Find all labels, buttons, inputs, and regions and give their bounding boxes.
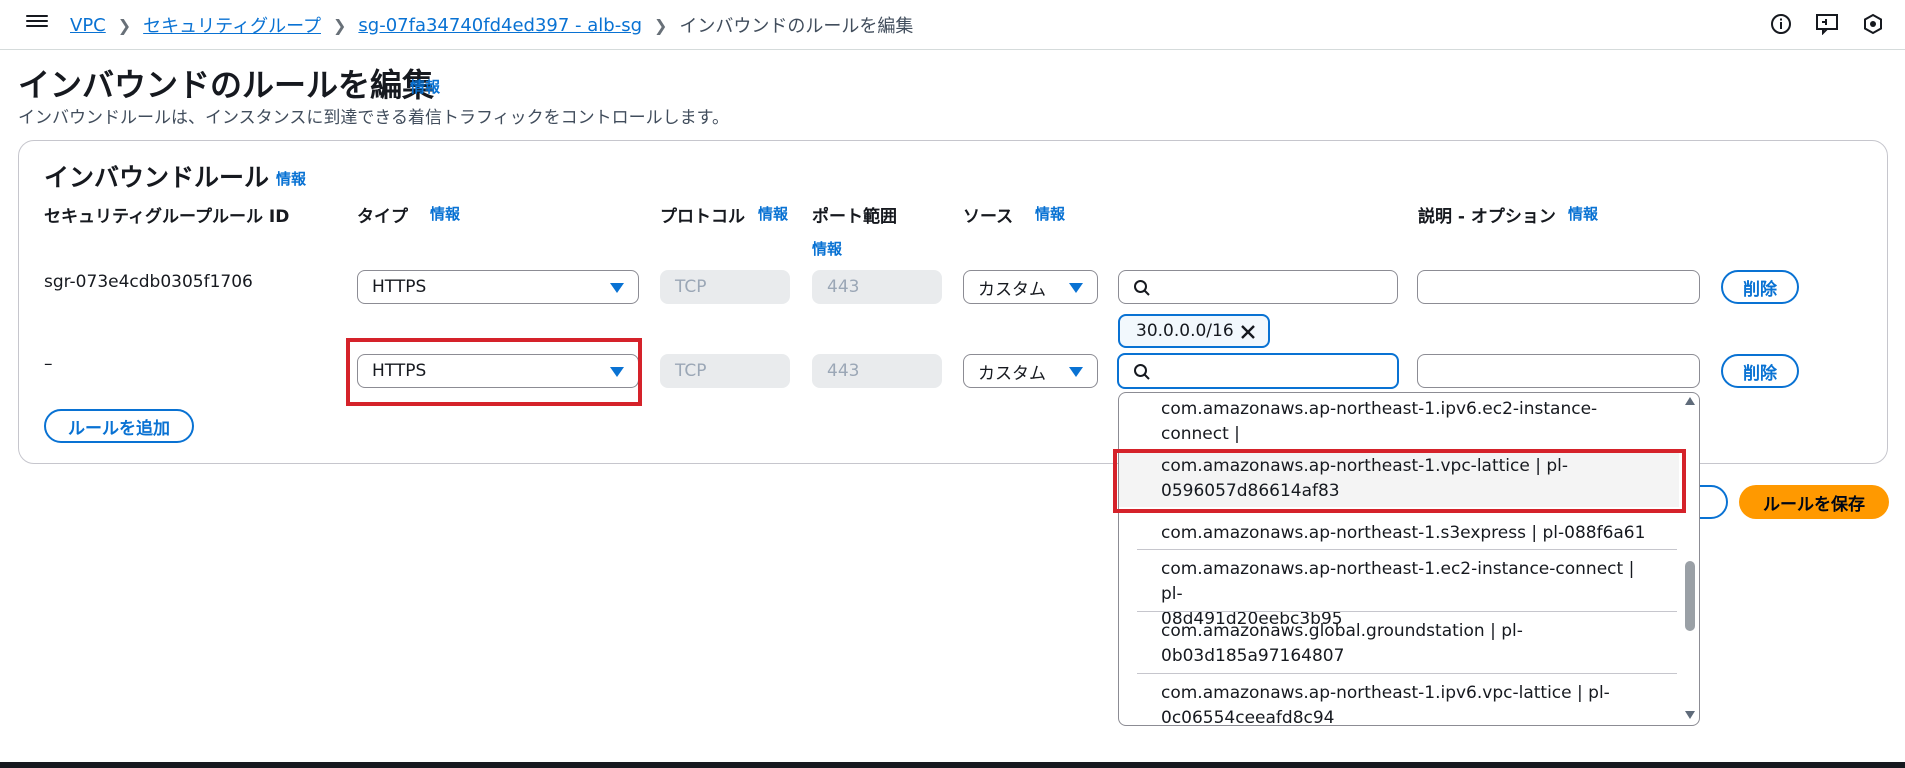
source-search-input[interactable] <box>1117 353 1399 389</box>
source-type-value: カスタム <box>978 279 1046 300</box>
dropdown-option[interactable]: com.amazonaws.ap-northeast-1.s3express |… <box>1119 521 1679 546</box>
description-input[interactable] <box>1417 354 1700 388</box>
column-header-description: 説明 - オプション <box>1418 207 1556 227</box>
page-title-info-link[interactable]: 情報 <box>410 76 440 97</box>
bottom-bar <box>0 762 1905 768</box>
description-input[interactable] <box>1417 270 1700 304</box>
save-rules-button[interactable]: ルールを保存 <box>1739 485 1889 519</box>
rule-id: – <box>44 354 53 374</box>
section-info-link[interactable]: 情報 <box>276 168 306 189</box>
protocol-field: TCP <box>660 270 790 304</box>
top-icons <box>1769 12 1885 36</box>
source-info-link[interactable]: 情報 <box>1035 203 1065 224</box>
rule-id: sgr-073e4cdb0305f1706 <box>44 272 253 292</box>
column-header-port-range: ポート範囲 <box>812 207 897 227</box>
menu-icon[interactable] <box>26 12 48 32</box>
chevron-right-icon: ❯ <box>333 15 347 35</box>
protocol-field: TCP <box>660 354 790 388</box>
search-icon <box>1134 280 1150 296</box>
protocol-info-link[interactable]: 情報 <box>758 203 788 224</box>
delete-rule-button[interactable]: 削除 <box>1721 354 1799 388</box>
source-search-input[interactable] <box>1118 270 1398 304</box>
column-header-type: タイプ <box>357 207 408 227</box>
dropdown-option[interactable]: com.amazonaws.global.groundstation | pl-… <box>1119 619 1679 669</box>
port-range-field: 443 <box>812 354 942 388</box>
column-header-source: ソース <box>963 207 1014 227</box>
breadcrumb: VPC ❯ セキュリティグループ ❯ sg-07fa34740fd4ed397 … <box>70 12 913 38</box>
caret-down-icon <box>610 283 624 293</box>
breadcrumb-current: インバウンドのルールを編集 <box>679 16 914 37</box>
dropdown-divider <box>1137 611 1677 612</box>
chevron-right-icon: ❯ <box>654 15 668 35</box>
top-navigation-bar: VPC ❯ セキュリティグループ ❯ sg-07fa34740fd4ed397 … <box>0 0 1905 50</box>
column-header-protocol: プロトコル <box>660 207 745 227</box>
type-info-link[interactable]: 情報 <box>430 203 460 224</box>
info-circle-icon[interactable] <box>1769 12 1793 36</box>
feedback-icon[interactable] <box>1815 12 1839 36</box>
breadcrumb-security-groups[interactable]: セキュリティグループ <box>143 12 321 38</box>
close-icon[interactable] <box>1238 322 1258 342</box>
port-range-field: 443 <box>812 270 942 304</box>
dropdown-option[interactable]: com.amazonaws.ap-northeast-1.ipv6.vpc-la… <box>1119 681 1679 725</box>
source-token: 30.0.0.0/16 <box>1118 314 1270 348</box>
chevron-right-icon: ❯ <box>117 15 132 35</box>
caret-down-icon <box>1069 367 1083 377</box>
breadcrumb-security-group[interactable]: sg-07fa34740fd4ed397 - alb-sg <box>358 15 642 36</box>
column-header-rule-id: セキュリティグループルール ID <box>44 207 290 227</box>
scroll-down-icon[interactable] <box>1685 711 1695 719</box>
annotation-highlight-box <box>1113 449 1686 513</box>
section-title: インバウンドルール <box>44 163 270 192</box>
settings-hexagon-icon[interactable] <box>1861 12 1885 36</box>
source-type-value: カスタム <box>978 363 1046 384</box>
dropdown-divider <box>1137 673 1677 674</box>
breadcrumb-vpc[interactable]: VPC <box>70 15 106 36</box>
page-title: インバウンドのルールを編集 <box>18 66 435 104</box>
scroll-up-icon[interactable] <box>1685 397 1695 405</box>
caret-down-icon <box>1069 283 1083 293</box>
source-token-label: 30.0.0.0/16 <box>1136 321 1234 341</box>
description-info-link[interactable]: 情報 <box>1568 203 1598 224</box>
add-rule-button[interactable]: ルールを追加 <box>44 409 194 443</box>
type-select[interactable]: HTTPS <box>357 270 639 304</box>
dropdown-divider <box>1137 549 1677 550</box>
source-dropdown-list[interactable]: com.amazonaws.ap-northeast-1.ipv6.ec2-in… <box>1118 392 1700 726</box>
source-type-select[interactable]: カスタム <box>963 270 1098 304</box>
scrollbar-thumb[interactable] <box>1685 561 1695 631</box>
page-description: インバウンドルールは、インスタンスに到達できる着信トラフィックをコントロールしま… <box>18 108 729 128</box>
source-type-select[interactable]: カスタム <box>963 354 1098 388</box>
type-select-value: HTTPS <box>372 277 427 297</box>
delete-rule-button[interactable]: 削除 <box>1721 270 1799 304</box>
search-icon <box>1134 364 1150 380</box>
annotation-highlight-box <box>346 338 642 406</box>
port-range-info-link[interactable]: 情報 <box>812 238 842 259</box>
